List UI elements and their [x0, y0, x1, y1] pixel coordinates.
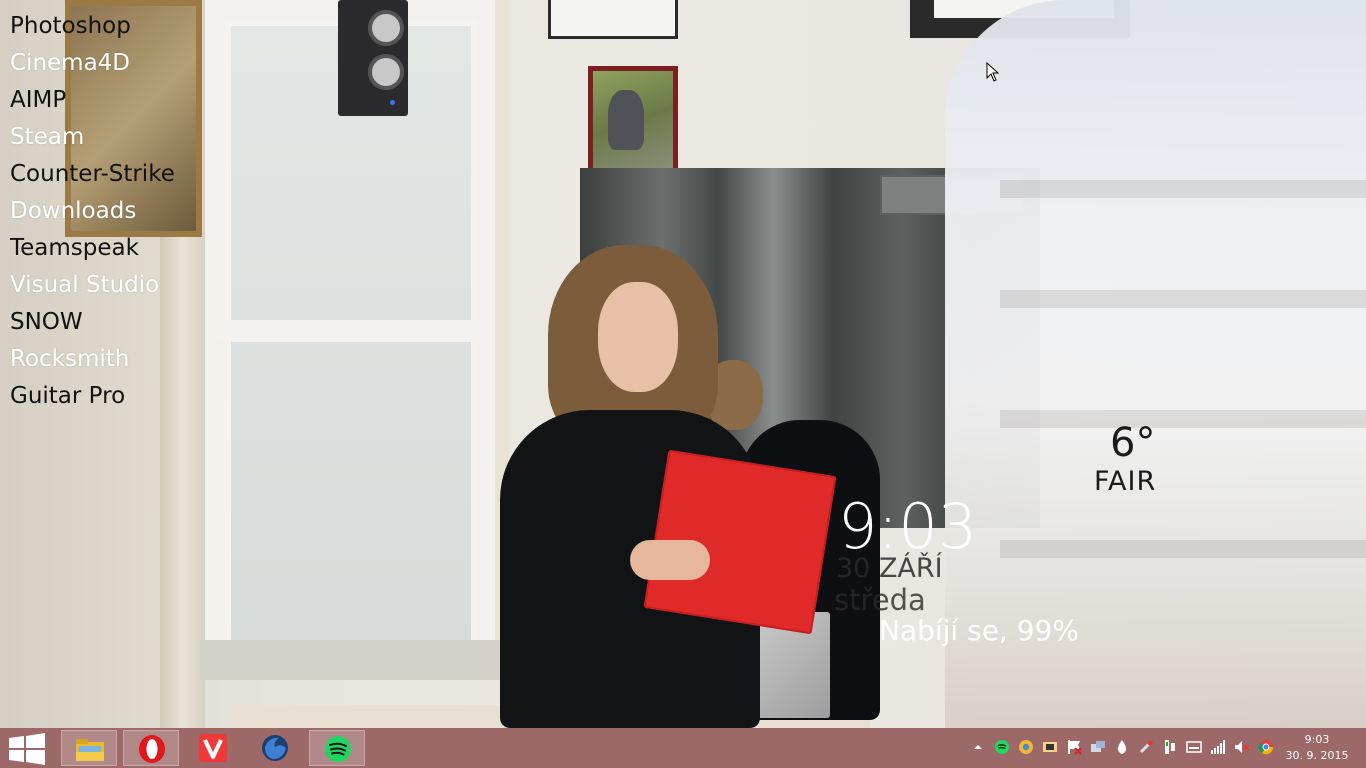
folder-icon — [76, 739, 104, 761]
desktop-wallpaper — [0, 0, 1366, 728]
waterfox-icon — [262, 735, 288, 761]
taskbar: 9:03 30. 9. 2015 — [0, 728, 1366, 768]
spotify-icon — [325, 736, 351, 762]
launcher-item-steam[interactable]: Steam — [10, 119, 175, 156]
wallpaper-speaker-cone — [368, 54, 404, 90]
spotify-tray-icon[interactable] — [994, 739, 1010, 755]
mouse-cursor-icon — [986, 62, 1000, 82]
launcher-item-downloads[interactable]: Downloads — [10, 193, 175, 230]
taskbar-spotify-button[interactable] — [309, 730, 365, 766]
system-tray — [968, 728, 1274, 768]
chrome-icon[interactable] — [1258, 739, 1274, 755]
launcher-item-photoshop[interactable]: Photoshop — [10, 8, 175, 45]
network-adapter-icon[interactable] — [1090, 739, 1106, 755]
wallpaper-window-bar — [215, 320, 480, 342]
wallpaper-speaker-led — [390, 100, 395, 105]
chrome-like-icon[interactable] — [1018, 739, 1034, 755]
launcher-item-guitar-pro[interactable]: Guitar Pro — [10, 378, 175, 415]
wallpaper-blur-stripe — [1000, 540, 1366, 558]
launcher-item-cinema4d[interactable]: Cinema4D — [10, 45, 175, 82]
clock-widget-weekday: středa — [834, 583, 926, 617]
taskbar-clock-date: 30. 9. 2015 — [1285, 749, 1349, 762]
flag-icon[interactable] — [1066, 739, 1082, 755]
drop-icon[interactable] — [1114, 739, 1130, 755]
wallpaper-blur-stripe — [1000, 290, 1366, 308]
keyboard-icon[interactable] — [1186, 739, 1202, 755]
launcher-item-visual-studio[interactable]: Visual Studio — [10, 267, 175, 304]
wallpaper-hand — [630, 540, 710, 580]
wallpaper-teacher-face — [598, 282, 678, 392]
power-icon[interactable] — [1162, 739, 1178, 755]
opera-icon — [139, 735, 165, 763]
flux-icon[interactable] — [1042, 739, 1058, 755]
wallpaper-frame — [548, 0, 678, 39]
weather-temperature: 6° — [1110, 420, 1156, 466]
wallpaper-window-sill — [200, 640, 500, 680]
taskbar-file-explorer-button[interactable] — [61, 730, 117, 766]
desktop-launcher-list: Photoshop Cinema4D AIMP Steam Counter-St… — [10, 8, 175, 415]
taskbar-clock-time: 9:03 — [1304, 733, 1330, 746]
launcher-item-teamspeak[interactable]: Teamspeak — [10, 230, 175, 267]
taskbar-opera-button[interactable] — [123, 730, 179, 766]
taskbar-vivaldi-button[interactable] — [185, 730, 241, 766]
launcher-item-aimp[interactable]: AIMP — [10, 82, 175, 119]
taskbar-clock[interactable]: 9:03 30. 9. 2015 — [1278, 732, 1356, 764]
wallpaper-dog — [608, 90, 644, 150]
launcher-item-counter-strike[interactable]: Counter-Strike — [10, 156, 175, 193]
wallpaper-blur-stripe — [1000, 410, 1366, 428]
clock-widget-date: 30 ZÁŘÍ — [836, 553, 943, 584]
wallpaper-speaker-cone — [368, 10, 404, 46]
launcher-item-snow[interactable]: SNOW — [10, 304, 175, 341]
chevron-up-icon[interactable] — [970, 739, 986, 755]
signal-icon[interactable] — [1210, 739, 1226, 755]
volume-muted-icon[interactable] — [1234, 739, 1250, 755]
start-button[interactable] — [8, 733, 46, 765]
vivaldi-icon — [199, 734, 227, 762]
usb-icon[interactable] — [1138, 739, 1154, 755]
battery-status: Nabíjí se, 99% — [879, 614, 1079, 647]
taskbar-waterfox-button[interactable] — [247, 730, 303, 766]
launcher-item-rocksmith[interactable]: Rocksmith — [10, 341, 175, 378]
wallpaper-blur-stripe — [1000, 180, 1366, 198]
weather-condition: FAIR — [1094, 466, 1157, 497]
